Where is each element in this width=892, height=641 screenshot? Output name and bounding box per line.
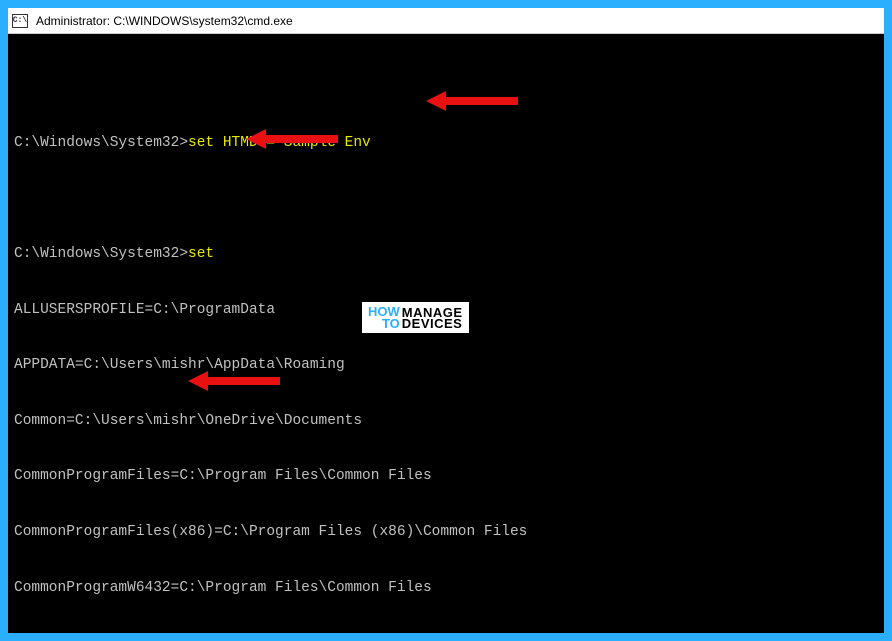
env-line: CommonProgramFiles=C:\Program Files\Comm… [14, 467, 878, 486]
env-line: CommonProgramW6432=C:\Program Files\Comm… [14, 579, 878, 598]
watermark-text: TO [368, 318, 400, 330]
titlebar[interactable]: C:\ Administrator: C:\WINDOWS\system32\c… [8, 8, 884, 34]
env-line: Common=C:\Users\mishr\OneDrive\Documents [14, 412, 878, 431]
prompt-1: C:\Windows\System32> [14, 135, 188, 151]
prompt-2: C:\Windows\System32> [14, 246, 188, 262]
cmd-window: C:\ Administrator: C:\WINDOWS\system32\c… [8, 8, 884, 633]
env-line: APPDATA=C:\Users\mishr\AppData\Roaming [14, 356, 878, 375]
terminal-output[interactable]: C:\Windows\System32>set HTMD = Sample En… [8, 34, 884, 633]
command-1: set HTMD = Sample Env [188, 135, 371, 151]
command-2: set [188, 246, 214, 262]
env-line: CommonProgramFiles(x86)=C:\Program Files… [14, 523, 878, 542]
env-line: ALLUSERSPROFILE=C:\ProgramData [14, 301, 878, 320]
window-title: Administrator: C:\WINDOWS\system32\cmd.e… [36, 14, 293, 28]
cmd-icon: C:\ [12, 14, 28, 28]
prompt-line-1: C:\Windows\System32>set HTMD = Sample En… [14, 134, 878, 153]
watermark-text: DEVICES [402, 318, 463, 329]
prompt-line-2: C:\Windows\System32>set [14, 245, 878, 264]
